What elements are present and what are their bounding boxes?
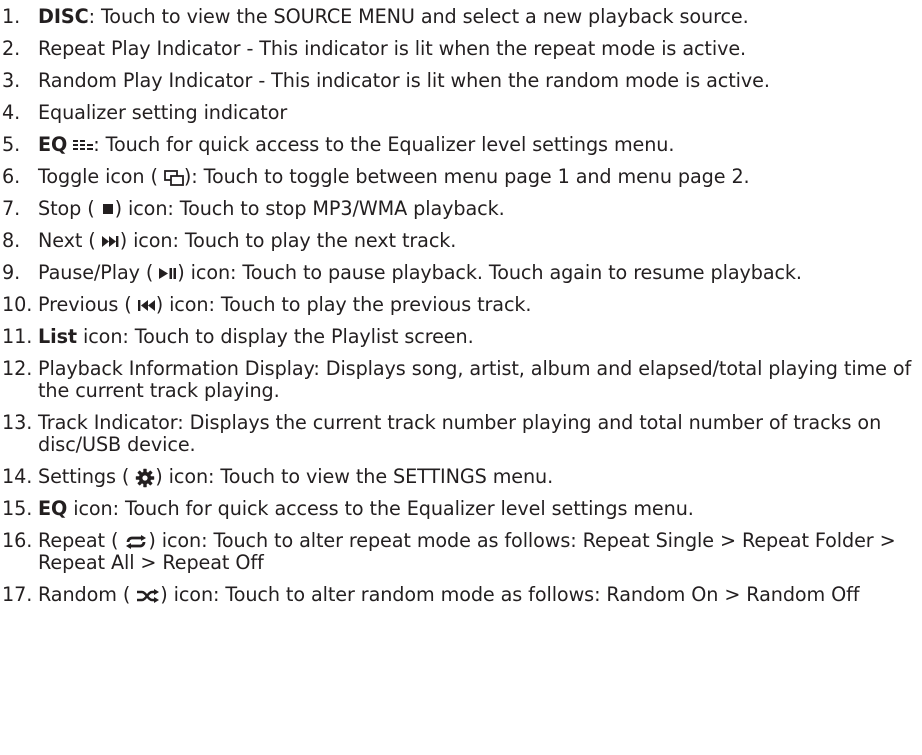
item-text: Random Play Indicator - This indicator i… xyxy=(38,69,770,92)
item-keyword: EQ xyxy=(38,133,68,156)
item-number: 10. xyxy=(2,293,33,316)
item-text: : Touch for quick access to the Equalize… xyxy=(93,133,675,156)
item-text-before-icon: Previous ( xyxy=(38,293,132,316)
item-text: icon: Touch to display the Playlist scre… xyxy=(77,325,474,348)
item-text-after-icon: ) icon: Touch to pause playback. Touch a… xyxy=(177,261,802,284)
item-number: 13. xyxy=(2,411,33,434)
item-number: 2. xyxy=(2,37,21,60)
list-item-13: 13. Track Indicator: Displays the curren… xyxy=(0,412,922,456)
stop-icon xyxy=(102,203,113,214)
list-item-15: 15. EQ icon: Touch for quick access to t… xyxy=(0,498,922,520)
list-item-5: 5. EQ : Touch for quick access to the Eq… xyxy=(0,134,922,156)
item-text-after-icon: ) icon: Touch to play the previous track… xyxy=(155,293,532,316)
item-text: Track Indicator: Displays the current tr… xyxy=(38,411,882,456)
item-number: 8. xyxy=(2,229,21,252)
item-text: Playback Information Display: Displays s… xyxy=(38,357,912,402)
item-number: 15. xyxy=(2,497,33,520)
list-item-17: 17. Random ( ) icon: Touch to alter rand… xyxy=(0,584,922,606)
item-text-before-icon: Repeat ( xyxy=(38,529,119,552)
list-item-11: 11. List icon: Touch to display the Play… xyxy=(0,326,922,348)
toggle-page-icon xyxy=(163,169,184,186)
item-text: : Touch to view the SOURCE MENU and sele… xyxy=(88,5,749,28)
list-item-6: 6. Toggle icon ( ): Touch to toggle betw… xyxy=(0,166,922,188)
item-number: 12. xyxy=(2,357,33,380)
list-item-3: 3. Random Play Indicator - This indicato… xyxy=(0,70,922,92)
item-text: Repeat Play Indicator - This indicator i… xyxy=(38,37,747,60)
item-number: 14. xyxy=(2,465,33,488)
list-item-7: 7. Stop ( ) icon: Touch to stop MP3/WMA … xyxy=(0,198,922,220)
item-number: 6. xyxy=(2,165,21,188)
previous-track-icon xyxy=(137,300,156,311)
next-track-icon xyxy=(101,236,120,247)
item-number: 9. xyxy=(2,261,21,284)
list-item-16: 16. Repeat ( ) icon: Touch to alter repe… xyxy=(0,530,922,574)
item-number: 16. xyxy=(2,529,33,552)
item-keyword: List xyxy=(38,325,77,348)
pause-play-icon xyxy=(159,268,177,279)
item-number: 7. xyxy=(2,197,21,220)
instruction-list: 1. DISC: Touch to view the SOURCE MENU a… xyxy=(0,0,922,755)
list-item-1: 1. DISC: Touch to view the SOURCE MENU a… xyxy=(0,6,922,28)
item-text: icon: Touch for quick access to the Equa… xyxy=(67,497,694,520)
list-item-8: 8. Next ( ) icon: Touch to play the next… xyxy=(0,230,922,252)
list-item-4: 4. Equalizer setting indicator xyxy=(0,102,922,124)
item-text: Equalizer setting indicator xyxy=(38,101,288,124)
item-number: 4. xyxy=(2,101,21,124)
item-text-before-icon: Next ( xyxy=(38,229,96,252)
item-text-after-icon: ): Touch to toggle between menu page 1 a… xyxy=(183,165,750,188)
item-text-after-icon: ) icon: Touch to view the SETTINGS menu. xyxy=(155,465,554,488)
item-number: 11. xyxy=(2,325,33,348)
list-item-14: 14. Settings ( ) icon: Touch to view the… xyxy=(0,466,922,488)
item-number: 3. xyxy=(2,69,21,92)
item-keyword: DISC xyxy=(38,5,89,28)
item-text-after-icon: ) icon: Touch to alter repeat mode as fo… xyxy=(38,529,896,574)
item-number: 5. xyxy=(2,133,21,156)
item-keyword: EQ xyxy=(38,497,68,520)
repeat-icon xyxy=(124,534,148,549)
equalizer-icon xyxy=(73,139,94,152)
item-text-after-icon: ) icon: Touch to alter random mode as fo… xyxy=(160,583,860,606)
item-text-before-icon: Stop ( xyxy=(38,197,95,220)
list-item-2: 2. Repeat Play Indicator - This indicato… xyxy=(0,38,922,60)
item-text-before-icon: Pause/Play ( xyxy=(38,261,154,284)
item-text-before-icon: Random ( xyxy=(38,583,131,606)
list-item-12: 12. Playback Information Display: Displa… xyxy=(0,358,922,402)
list-item-10: 10. Previous ( ) icon: Touch to play the… xyxy=(0,294,922,316)
item-number: 1. xyxy=(2,5,21,28)
item-text-before-icon: Settings ( xyxy=(38,465,130,488)
item-text-before-icon: Toggle icon ( xyxy=(38,165,158,188)
random-icon xyxy=(136,588,160,603)
settings-gear-icon xyxy=(135,468,155,488)
item-number: 17. xyxy=(2,583,33,606)
item-text-after-icon: ) icon: Touch to play the next track. xyxy=(119,229,457,252)
list-item-9: 9. Pause/Play ( ) icon: Touch to pause p… xyxy=(0,262,922,284)
item-text-after-icon: ) icon: Touch to stop MP3/WMA playback. xyxy=(114,197,505,220)
